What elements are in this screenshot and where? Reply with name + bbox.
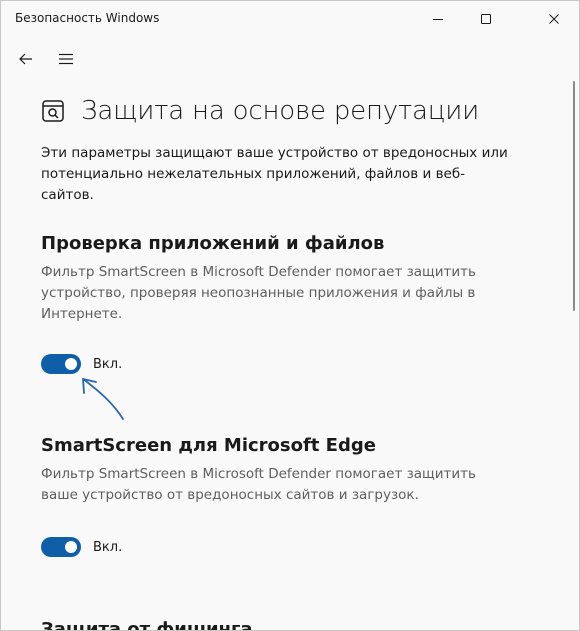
annotation-arrow xyxy=(82,378,124,420)
app-window: Безопасность Windows Защита на основе ре… xyxy=(0,0,580,631)
